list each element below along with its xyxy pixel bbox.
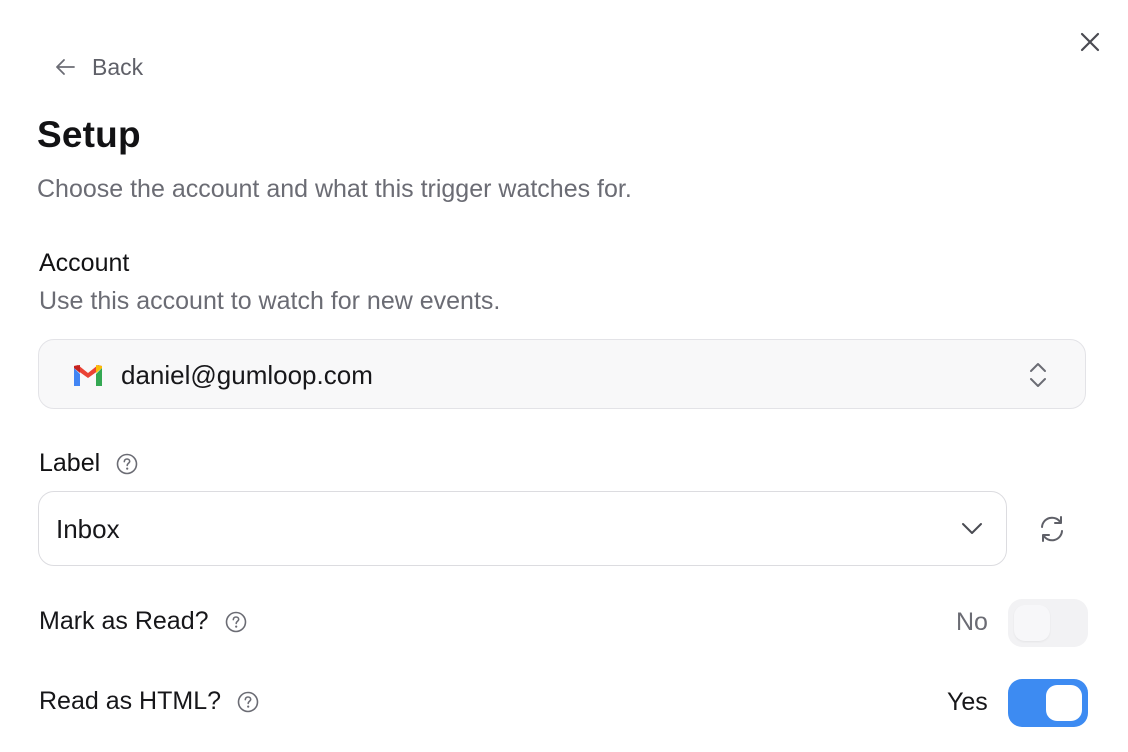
arrow-left-icon [54,57,76,77]
close-button[interactable] [1074,26,1106,58]
mark-as-read-value: No [956,608,988,636]
refresh-icon [1041,516,1063,542]
page-subtitle: Choose the account and what this trigger… [37,175,632,203]
setup-panel: Back Setup Choose the account and what t… [0,0,1128,752]
toggle-knob [1014,605,1050,641]
toggle-knob [1046,685,1082,721]
mark-as-read-text: Mark as Read? [39,607,209,635]
account-value: daniel@gumloop.com [121,360,373,390]
close-icon [1080,32,1100,52]
label-value: Inbox [56,514,120,544]
read-as-html-value: Yes [947,688,988,716]
back-button[interactable]: Back [54,50,143,84]
mark-as-read-toggle[interactable] [1008,599,1088,647]
help-icon[interactable] [237,691,259,713]
label-select[interactable]: Inbox [38,491,1007,566]
label-heading: Label [39,449,138,478]
back-label: Back [92,53,144,80]
read-as-html-text: Read as HTML? [39,687,222,715]
account-select[interactable]: daniel@gumloop.com [38,339,1086,409]
gmail-icon [74,365,102,386]
chevron-up-down-icon [1030,363,1046,387]
help-icon[interactable] [116,453,138,475]
chevron-down-icon [962,523,982,534]
read-as-html-toggle[interactable] [1008,679,1088,727]
mark-as-read-label: Mark as Read? [39,607,247,636]
refresh-button[interactable] [1034,511,1070,547]
label-heading-text: Label [39,449,101,477]
help-icon[interactable] [225,611,247,633]
read-as-html-label: Read as HTML? [39,687,259,716]
page-title: Setup [37,114,141,155]
account-heading: Account [39,249,130,277]
account-description: Use this account to watch for new events… [39,287,501,315]
